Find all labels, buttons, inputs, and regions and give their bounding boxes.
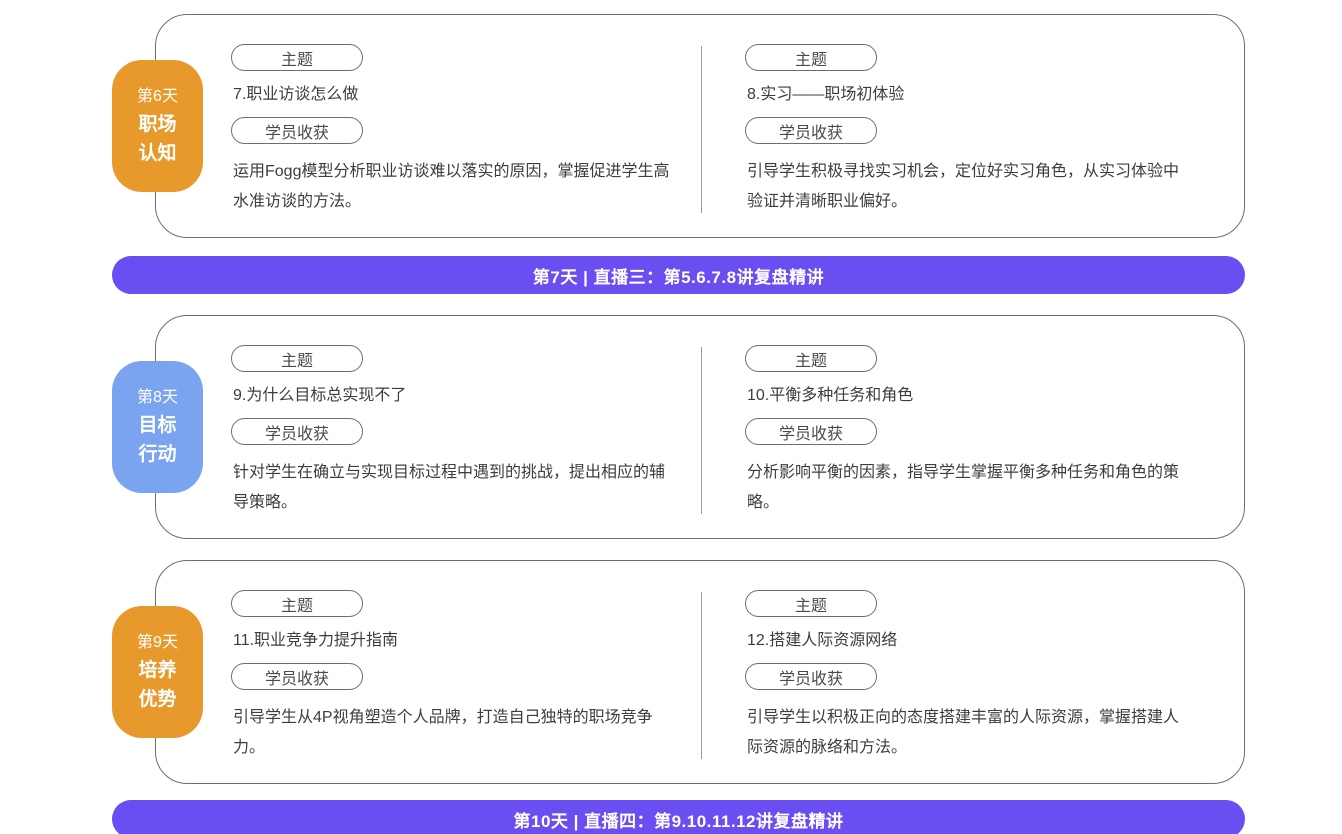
gains-pill-label: 学员收获: [779, 665, 843, 689]
topic-text: 11.职业竞争力提升指南: [233, 631, 673, 650]
lesson-column: 主题 8.实习——职场初体验 学员收获 引导学生积极寻找实习机会，定位好实习角色…: [701, 15, 1244, 237]
column-divider: [701, 347, 702, 514]
gains-pill: 学员收获: [231, 663, 363, 690]
topic-pill: 主题: [231, 590, 363, 617]
lesson-column: 主题 10.平衡多种任务和角色 学员收获 分析影响平衡的因素，指导学生掌握平衡多…: [701, 316, 1244, 538]
topic-text: 8.实习——职场初体验: [747, 85, 1216, 104]
badge-theme-line: 认知: [138, 144, 176, 163]
topic-pill: 主题: [231, 345, 363, 372]
curriculum-content: 第6天 职场 认知 主题 7.职业访谈怎么做 学员收获 运用Fogg模型分析职业…: [112, 0, 1245, 834]
day-card-6: 第6天 职场 认知 主题 7.职业访谈怎么做 学员收获 运用Fogg模型分析职业…: [155, 14, 1245, 238]
gains-text: 引导学生从4P视角塑造个人品牌，打造自己独特的职场竞争力。: [233, 703, 671, 763]
gains-text: 针对学生在确立与实现目标过程中遇到的挑战，提出相应的辅导策略。: [233, 458, 671, 518]
gains-text: 分析影响平衡的因素，指导学生掌握平衡多种任务和角色的策略。: [747, 458, 1185, 518]
topic-pill-label: 主题: [795, 46, 827, 70]
gains-pill: 学员收获: [231, 117, 363, 144]
badge-day-label: 第8天: [137, 390, 178, 406]
gains-pill: 学员收获: [745, 418, 877, 445]
badge-theme-line: 行动: [138, 445, 176, 464]
topic-text: 10.平衡多种任务和角色: [747, 386, 1216, 405]
badge-theme-line: 优势: [138, 690, 176, 709]
card-body: 主题 9.为什么目标总实现不了 学员收获 针对学生在确立与实现目标过程中遇到的挑…: [156, 316, 1244, 538]
topic-pill: 主题: [231, 44, 363, 71]
lesson-column: 主题 12.搭建人际资源网络 学员收获 引导学生以积极正向的态度搭建丰富的人际资…: [701, 561, 1244, 783]
banner-text: 第7天 | 直播三：第5.6.7.8讲复盘精讲: [533, 263, 824, 288]
badge-theme-line: 培养: [138, 661, 176, 680]
lesson-column: 主题 7.职业访谈怎么做 学员收获 运用Fogg模型分析职业访谈难以落实的原因，…: [156, 15, 701, 237]
gains-pill-label: 学员收获: [779, 119, 843, 143]
topic-pill-label: 主题: [281, 592, 313, 616]
gains-text: 引导学生以积极正向的态度搭建丰富的人际资源，掌握搭建人际资源的脉络和方法。: [747, 703, 1185, 763]
day-badge: 第8天 目标 行动: [112, 361, 203, 493]
live-session-banner: 第7天 | 直播三：第5.6.7.8讲复盘精讲: [112, 256, 1245, 294]
day-card-8: 第8天 目标 行动 主题 9.为什么目标总实现不了 学员收获 针对学生在确立与实…: [155, 315, 1245, 539]
gains-pill-label: 学员收获: [265, 420, 329, 444]
day-badge: 第6天 职场 认知: [112, 60, 203, 192]
topic-pill-label: 主题: [281, 347, 313, 371]
topic-text: 9.为什么目标总实现不了: [233, 386, 673, 405]
badge-theme-line: 职场: [138, 115, 176, 134]
topic-text: 7.职业访谈怎么做: [233, 85, 673, 104]
card-body: 主题 11.职业竞争力提升指南 学员收获 引导学生从4P视角塑造个人品牌，打造自…: [156, 561, 1244, 783]
topic-pill-label: 主题: [795, 592, 827, 616]
gains-text: 运用Fogg模型分析职业访谈难以落实的原因，掌握促进学生高水准访谈的方法。: [233, 157, 671, 217]
live-session-banner: 第10天 | 直播四：第9.10.11.12讲复盘精讲: [112, 800, 1245, 834]
topic-pill-label: 主题: [281, 46, 313, 70]
lesson-column: 主题 9.为什么目标总实现不了 学员收获 针对学生在确立与实现目标过程中遇到的挑…: [156, 316, 701, 538]
badge-day-label: 第9天: [137, 635, 178, 651]
banner-text: 第10天 | 直播四：第9.10.11.12讲复盘精讲: [513, 807, 843, 832]
gains-pill-label: 学员收获: [265, 665, 329, 689]
day-badge: 第9天 培养 优势: [112, 606, 203, 738]
lesson-column: 主题 11.职业竞争力提升指南 学员收获 引导学生从4P视角塑造个人品牌，打造自…: [156, 561, 701, 783]
gains-pill: 学员收获: [231, 418, 363, 445]
gains-pill: 学员收获: [745, 663, 877, 690]
day-card-9: 第9天 培养 优势 主题 11.职业竞争力提升指南 学员收获 引导学生从4P视角…: [155, 560, 1245, 784]
gains-pill: 学员收获: [745, 117, 877, 144]
topic-pill: 主题: [745, 345, 877, 372]
topic-pill-label: 主题: [795, 347, 827, 371]
topic-text: 12.搭建人际资源网络: [747, 631, 1216, 650]
card-body: 主题 7.职业访谈怎么做 学员收获 运用Fogg模型分析职业访谈难以落实的原因，…: [156, 15, 1244, 237]
topic-pill: 主题: [745, 590, 877, 617]
curriculum-page: 第6天 职场 认知 主题 7.职业访谈怎么做 学员收获 运用Fogg模型分析职业…: [0, 0, 1342, 834]
topic-pill: 主题: [745, 44, 877, 71]
gains-pill-label: 学员收获: [779, 420, 843, 444]
column-divider: [701, 592, 702, 759]
gains-text: 引导学生积极寻找实习机会，定位好实习角色，从实习体验中验证并清晰职业偏好。: [747, 157, 1185, 217]
badge-theme-line: 目标: [138, 416, 176, 435]
gains-pill-label: 学员收获: [265, 119, 329, 143]
badge-day-label: 第6天: [137, 89, 178, 105]
column-divider: [701, 46, 702, 213]
